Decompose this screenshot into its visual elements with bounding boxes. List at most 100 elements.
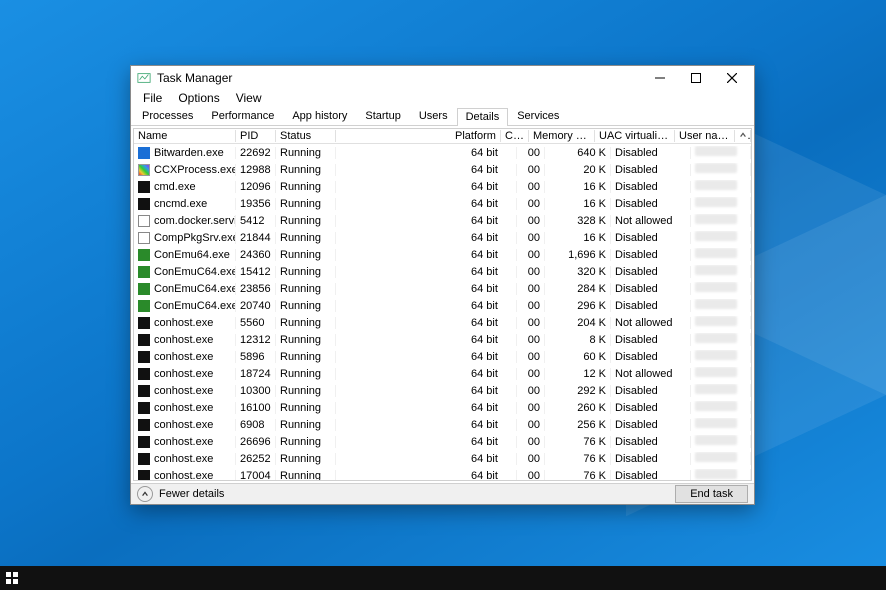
- table-row[interactable]: conhost.exe26696Running64 bit0076 KDisab…: [134, 433, 751, 450]
- process-platform: 64 bit: [467, 283, 517, 295]
- tab-services[interactable]: Services: [508, 107, 568, 125]
- menu-file[interactable]: File: [135, 90, 170, 106]
- minimize-button[interactable]: [642, 66, 678, 90]
- table-row[interactable]: com.docker.service5412Running64 bit00328…: [134, 212, 751, 229]
- table-row[interactable]: conhost.exe5896Running64 bit0060 KDisabl…: [134, 348, 751, 365]
- process-user: [691, 452, 751, 465]
- process-name: cmd.exe: [154, 181, 196, 193]
- col-name[interactable]: Name: [134, 130, 236, 142]
- col-pid[interactable]: PID: [236, 130, 276, 142]
- process-user: [691, 265, 751, 278]
- process-user: [691, 333, 751, 346]
- process-pid: 23856: [236, 283, 276, 295]
- process-platform: 64 bit: [467, 317, 517, 329]
- process-platform: 64 bit: [467, 419, 517, 431]
- process-icon: [138, 198, 150, 210]
- menu-view[interactable]: View: [228, 90, 270, 106]
- tab-users[interactable]: Users: [410, 107, 457, 125]
- col-status[interactable]: Status: [276, 130, 336, 142]
- process-platform: 64 bit: [467, 232, 517, 244]
- process-platform: 64 bit: [467, 470, 517, 480]
- process-memory: 16 K: [545, 181, 611, 193]
- start-button[interactable]: [0, 566, 24, 590]
- table-row[interactable]: ConEmuC64.exe15412Running64 bit00320 KDi…: [134, 263, 751, 280]
- process-pid: 26252: [236, 453, 276, 465]
- process-uac: Not allowed: [611, 317, 691, 329]
- table-row[interactable]: ConEmuC64.exe20740Running64 bit00296 KDi…: [134, 297, 751, 314]
- col-uac[interactable]: UAC virtualizati...: [595, 130, 675, 142]
- process-icon: [138, 317, 150, 329]
- tab-app-history[interactable]: App history: [283, 107, 356, 125]
- process-pid: 15412: [236, 266, 276, 278]
- table-row[interactable]: cmd.exe12096Running64 bit0016 KDisabled: [134, 178, 751, 195]
- process-name: ConEmu64.exe: [154, 249, 230, 261]
- process-uac: Disabled: [611, 402, 691, 414]
- process-status: Running: [276, 453, 336, 465]
- table-row[interactable]: Bitwarden.exe22692Running64 bit00640 KDi…: [134, 144, 751, 161]
- process-name: conhost.exe: [154, 334, 213, 346]
- process-cpu: 00: [517, 164, 545, 176]
- table-row[interactable]: conhost.exe10300Running64 bit00292 KDisa…: [134, 382, 751, 399]
- tab-processes[interactable]: Processes: [133, 107, 202, 125]
- table-row[interactable]: conhost.exe5560Running64 bit00204 KNot a…: [134, 314, 751, 331]
- process-uac: Disabled: [611, 419, 691, 431]
- fewer-details-button[interactable]: Fewer details: [137, 486, 224, 502]
- table-row[interactable]: conhost.exe12312Running64 bit008 KDisabl…: [134, 331, 751, 348]
- table-row[interactable]: ConEmu64.exe24360Running64 bit001,696 KD…: [134, 246, 751, 263]
- process-platform: 64 bit: [467, 436, 517, 448]
- close-button[interactable]: [714, 66, 750, 90]
- table-row[interactable]: ConEmuC64.exe23856Running64 bit00284 KDi…: [134, 280, 751, 297]
- titlebar[interactable]: Task Manager: [131, 66, 754, 90]
- col-user[interactable]: User name: [675, 130, 735, 142]
- tab-details[interactable]: Details: [457, 108, 509, 126]
- process-memory: 320 K: [545, 266, 611, 278]
- table-row[interactable]: conhost.exe17004Running64 bit0076 KDisab…: [134, 467, 751, 479]
- process-name: conhost.exe: [154, 317, 213, 329]
- process-platform: 64 bit: [467, 266, 517, 278]
- process-name: conhost.exe: [154, 368, 213, 380]
- end-task-button[interactable]: End task: [675, 485, 748, 503]
- table-row[interactable]: conhost.exe26252Running64 bit0076 KDisab…: [134, 450, 751, 467]
- process-pid: 21844: [236, 232, 276, 244]
- tab-performance[interactable]: Performance: [202, 107, 283, 125]
- taskbar[interactable]: [0, 566, 886, 590]
- menu-options[interactable]: Options: [170, 90, 227, 106]
- process-memory: 16 K: [545, 198, 611, 210]
- table-row[interactable]: conhost.exe16100Running64 bit00260 KDisa…: [134, 399, 751, 416]
- process-pid: 5412: [236, 215, 276, 227]
- process-pid: 5896: [236, 351, 276, 363]
- scroll-up-icon[interactable]: [735, 130, 751, 142]
- process-cpu: 00: [517, 351, 545, 363]
- table-row[interactable]: conhost.exe6908Running64 bit00256 KDisab…: [134, 416, 751, 433]
- process-status: Running: [276, 436, 336, 448]
- process-status: Running: [276, 334, 336, 346]
- process-user: [691, 214, 751, 227]
- table-row[interactable]: conhost.exe18724Running64 bit0012 KNot a…: [134, 365, 751, 382]
- col-cpu[interactable]: CPU: [501, 130, 529, 142]
- process-pid: 16100: [236, 402, 276, 414]
- table-row[interactable]: cncmd.exe19356Running64 bit0016 KDisable…: [134, 195, 751, 212]
- table-row[interactable]: CompPkgSrv.exe21844Running64 bit0016 KDi…: [134, 229, 751, 246]
- window-title: Task Manager: [157, 71, 232, 85]
- process-pid: 26696: [236, 436, 276, 448]
- col-platform[interactable]: Platform: [451, 130, 501, 142]
- process-uac: Disabled: [611, 181, 691, 193]
- process-memory: 640 K: [545, 147, 611, 159]
- process-list[interactable]: Bitwarden.exe22692Running64 bit00640 KDi…: [134, 144, 751, 479]
- process-user: [691, 180, 751, 193]
- process-name: CompPkgSrv.exe: [154, 232, 236, 244]
- col-memory[interactable]: Memory (a...: [529, 130, 595, 142]
- table-row[interactable]: CCXProcess.exe12988Running64 bit0020 KDi…: [134, 161, 751, 178]
- process-uac: Disabled: [611, 453, 691, 465]
- process-name: com.docker.service: [154, 215, 236, 227]
- tab-startup[interactable]: Startup: [356, 107, 409, 125]
- process-cpu: 00: [517, 453, 545, 465]
- process-platform: 64 bit: [467, 249, 517, 261]
- maximize-button[interactable]: [678, 66, 714, 90]
- process-cpu: 00: [517, 334, 545, 346]
- process-name: conhost.exe: [154, 419, 213, 431]
- process-pid: 12988: [236, 164, 276, 176]
- process-icon: [138, 385, 150, 397]
- process-platform: 64 bit: [467, 181, 517, 193]
- process-uac: Disabled: [611, 232, 691, 244]
